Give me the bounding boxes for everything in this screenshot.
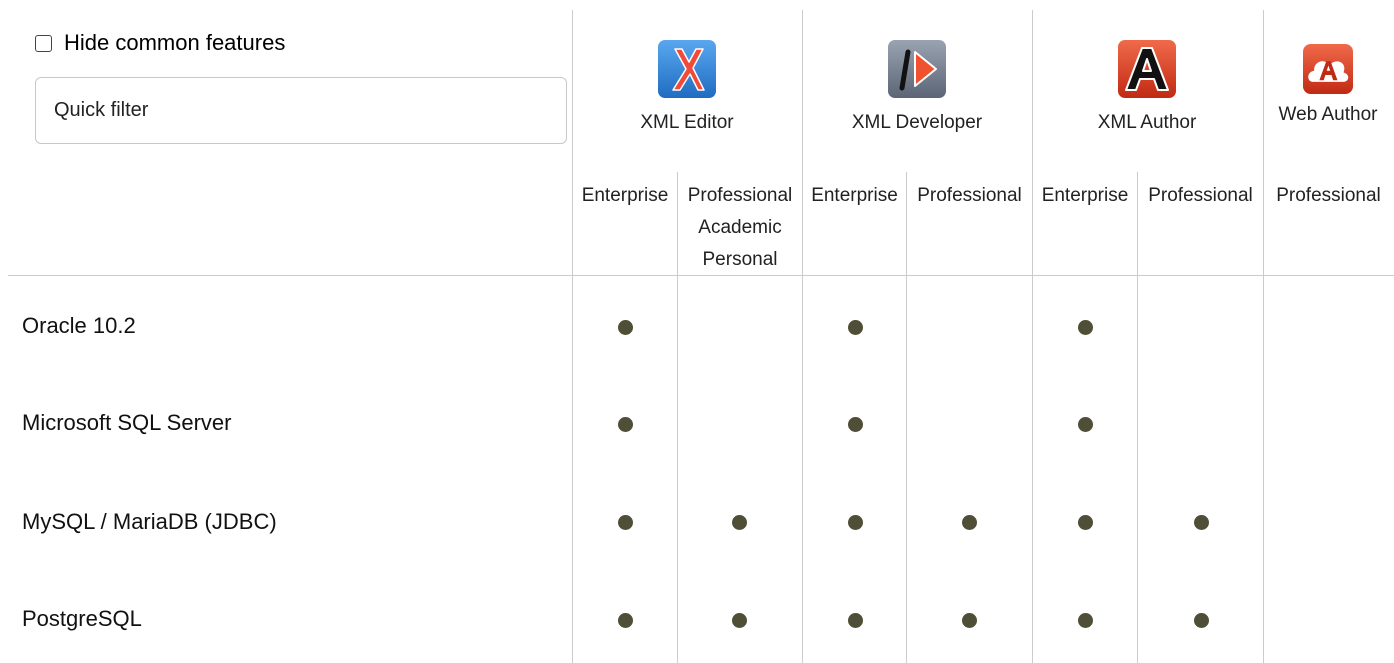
product-name: Web Author: [1278, 104, 1378, 125]
edition-header: Enterprise: [572, 180, 678, 212]
support-dot: [731, 514, 747, 530]
edition-label: Enterprise: [1041, 185, 1129, 206]
hide-common-checkbox[interactable]: [35, 34, 52, 52]
column-divider: [906, 172, 907, 663]
support-dot: [961, 514, 977, 530]
edition-label: Academic: [698, 217, 782, 238]
product-name: XML Author: [1097, 112, 1197, 133]
product-header-xml-author: XML Author: [1047, 40, 1247, 134]
edition-label: Enterprise: [811, 185, 898, 206]
feature-name: Oracle 10.2: [22, 313, 136, 338]
edition-header: Professional: [1137, 180, 1264, 212]
product-name: XML Developer: [851, 112, 983, 133]
hide-common-features-toggle[interactable]: Hide common features: [35, 30, 285, 56]
xml-developer-icon: [888, 40, 946, 98]
product-header-web-author: Web Author: [1264, 44, 1392, 126]
column-divider: [572, 10, 573, 663]
hide-common-label: Hide common features: [64, 30, 286, 55]
edition-header: Enterprise: [1032, 180, 1138, 212]
support-dot: [617, 416, 633, 432]
support-dot: [1077, 416, 1093, 432]
support-dot: [1193, 514, 1209, 530]
support-dot: [847, 514, 863, 530]
support-dot: [961, 612, 977, 628]
edition-label: Professional: [1276, 185, 1381, 206]
support-dot: [847, 416, 863, 432]
edition-label: Personal: [702, 249, 778, 270]
support-dot: [1077, 514, 1093, 530]
feature-name: PostgreSQL: [22, 606, 142, 631]
edition-label: Professional: [687, 185, 793, 206]
product-name: XML Editor: [640, 112, 734, 133]
xml-editor-icon: [658, 40, 716, 98]
support-dot: [847, 612, 863, 628]
edition-header: Professional: [906, 180, 1033, 212]
column-divider: [1032, 10, 1033, 663]
support-dot: [617, 612, 633, 628]
support-dot: [1077, 319, 1093, 335]
support-dot: [731, 612, 747, 628]
product-header-xml-editor: XML Editor: [587, 40, 787, 134]
web-author-icon: [1303, 44, 1353, 94]
product-header-xml-developer: XML Developer: [817, 40, 1017, 134]
xml-author-icon: [1118, 40, 1176, 98]
edition-label: Professional: [1148, 185, 1253, 206]
edition-label: Professional: [917, 185, 1022, 206]
support-dot: [617, 319, 633, 335]
edition-header: Enterprise: [802, 180, 907, 212]
support-dot: [1193, 612, 1209, 628]
feature-name: MySQL / MariaDB (JDBC): [22, 509, 277, 534]
support-dot: [1077, 612, 1093, 628]
support-dot: [617, 514, 633, 530]
edition-header: Professional: [1263, 180, 1394, 212]
column-divider: [1137, 172, 1138, 663]
quick-filter-input[interactable]: [35, 77, 567, 144]
edition-label: Enterprise: [581, 185, 669, 206]
edition-header: Professional Academic Personal: [677, 180, 803, 276]
support-dot: [847, 319, 863, 335]
feature-name: Microsoft SQL Server: [22, 410, 232, 435]
column-divider: [802, 10, 803, 663]
